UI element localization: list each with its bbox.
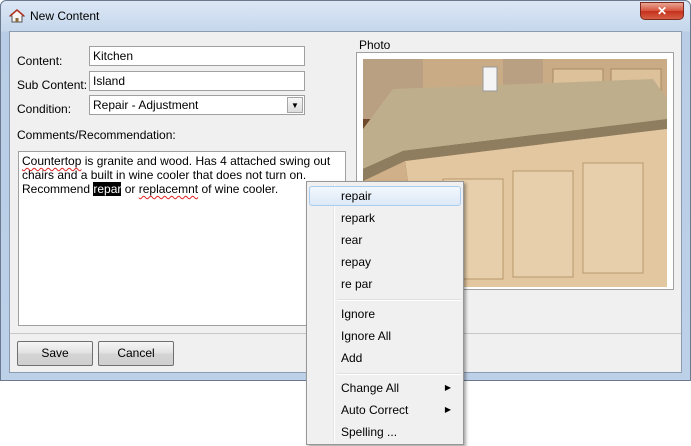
suggestion-re-par[interactable]: re par <box>309 274 461 294</box>
submenu-arrow-icon: ▶ <box>444 405 451 414</box>
misspelled-word[interactable]: replacemnt <box>139 182 198 196</box>
close-icon: ✕ <box>656 4 668 18</box>
comment-text: or <box>121 182 139 196</box>
add-item[interactable]: Add <box>309 348 461 368</box>
comments-label: Comments/Recommendation: <box>17 128 176 142</box>
chevron-down-icon[interactable]: ▼ <box>287 97 303 113</box>
photo-label: Photo <box>359 38 391 52</box>
sub-content-label: Sub Content: <box>17 78 88 92</box>
suggestion-repay[interactable]: repay <box>309 252 461 272</box>
close-button[interactable]: ✕ <box>640 2 684 20</box>
ignore-all-item[interactable]: Ignore All <box>309 326 461 346</box>
condition-label: Condition: <box>17 102 72 116</box>
auto-correct-item[interactable]: Auto Correct ▶ <box>309 400 461 420</box>
condition-select[interactable]: Repair - Adjustment ▼ <box>89 95 305 115</box>
content-field[interactable]: Kitchen <box>89 46 305 66</box>
home-icon <box>9 9 25 23</box>
cancel-button[interactable]: Cancel <box>98 341 174 366</box>
suggestion-repair[interactable]: repair <box>309 186 461 206</box>
save-button[interactable]: Save <box>17 341 93 366</box>
ignore-item[interactable]: Ignore <box>309 304 461 324</box>
submenu-arrow-icon: ▶ <box>444 383 451 392</box>
comment-text: of wine cooler. <box>198 182 279 196</box>
comments-textarea[interactable]: Countertop is granite and wood. Has 4 at… <box>18 151 346 326</box>
selected-misspelled-word[interactable]: repar <box>93 182 122 196</box>
menu-separator <box>337 373 461 375</box>
suggestion-repark[interactable]: repark <box>309 208 461 228</box>
condition-value: Repair - Adjustment <box>93 98 199 112</box>
change-all-label: Change All <box>341 381 400 395</box>
window-title: New Content <box>30 9 100 23</box>
change-all-item[interactable]: Change All ▶ <box>309 378 461 398</box>
menu-separator <box>337 299 461 301</box>
title-bar[interactable]: New Content ✕ <box>1 1 690 31</box>
misspelled-word[interactable]: Countertop <box>22 154 81 168</box>
content-label: Content: <box>17 54 63 68</box>
spelling-item[interactable]: Spelling ... <box>309 422 461 442</box>
sub-content-field[interactable]: Island <box>89 71 305 91</box>
auto-correct-label: Auto Correct <box>341 403 409 417</box>
suggestion-rear[interactable]: rear <box>309 230 461 250</box>
spelling-context-menu: repair repark rear repay re par Ignore I… <box>306 181 464 445</box>
